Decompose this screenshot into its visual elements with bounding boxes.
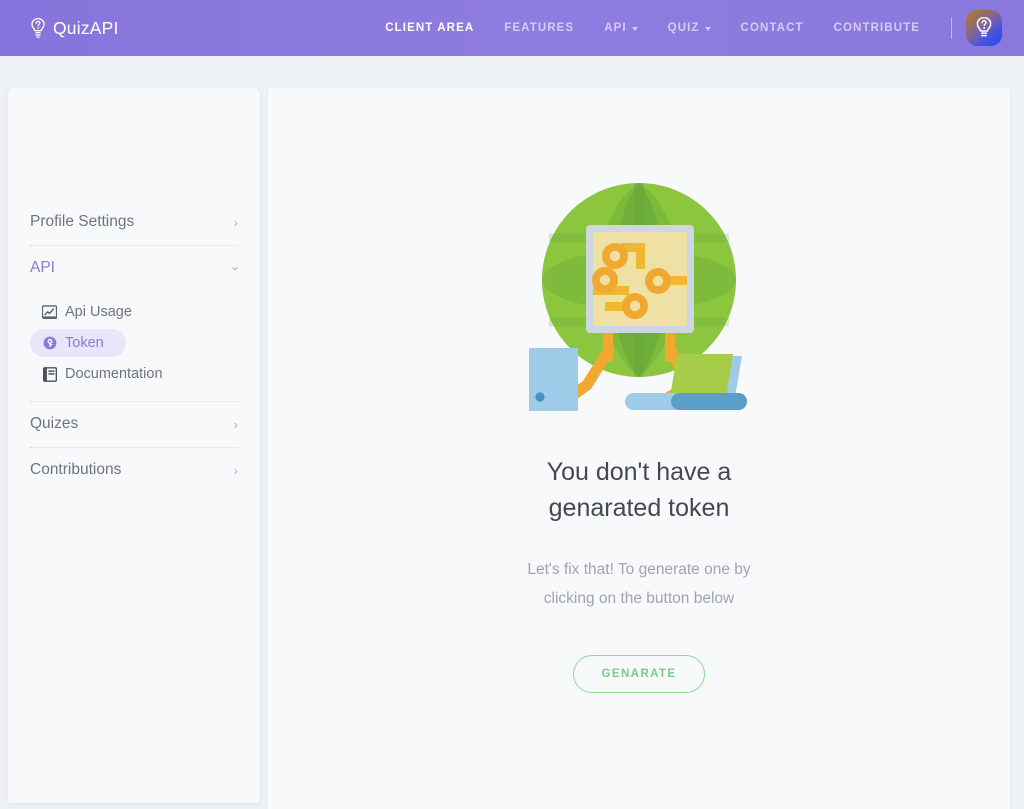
nav-link-client-area[interactable]: CLIENT AREA	[370, 16, 489, 40]
sidebar-item-quizes[interactable]: Quizes ›	[30, 402, 238, 447]
sidebar-subitem-api-usage[interactable]: Api Usage	[30, 298, 144, 326]
page-title-line2: genarated token	[548, 494, 730, 523]
chevron-down-icon: ›	[228, 265, 244, 271]
page-subtitle-line2: clicking on the button below	[543, 589, 735, 607]
caret-down-icon	[631, 27, 638, 31]
nav-label: CONTACT	[740, 22, 804, 34]
lightbulb-question-icon	[975, 17, 993, 39]
page-subtitle-line1: Let's fix that! To generate one by	[527, 560, 751, 578]
page-subtitle: Let's fix that! To generate one by click…	[527, 555, 750, 614]
globe-circuit-network-illustration	[529, 180, 749, 412]
sidebar-item-label: Profile Settings	[30, 213, 135, 230]
sidebar-subitem-label: Token	[65, 335, 104, 351]
book-icon	[42, 366, 57, 382]
nav-label: QUIZ	[667, 22, 700, 34]
nav-label: CONTRIBUTE	[833, 22, 920, 34]
sidebar-subitem-documentation[interactable]: Documentation	[30, 360, 175, 388]
brand-name: QuizAPI	[53, 17, 119, 38]
sidebar-item-label: API	[30, 259, 55, 276]
page-title: You don't have a genarated token	[547, 454, 732, 527]
page-body: Profile Settings › API › Api Usage Token…	[0, 56, 1024, 809]
nav-link-api[interactable]: API	[589, 16, 652, 40]
sidebar-subitem-label: Documentation	[65, 366, 163, 382]
token-key-icon	[42, 336, 57, 351]
nav-link-features[interactable]: FEATURES	[489, 16, 589, 40]
brand-logo[interactable]: QuizAPI	[30, 18, 119, 39]
generate-token-button[interactable]: GENARATE	[572, 655, 706, 694]
nav-divider	[951, 17, 952, 39]
page-title-line1: You don't have a	[546, 458, 732, 486]
caret-down-icon	[704, 27, 711, 31]
sidebar: Profile Settings › API › Api Usage Token…	[8, 88, 260, 803]
sidebar-subitem-token[interactable]: Token	[30, 329, 126, 357]
main-content-panel: You don't have a genarated token Let's f…	[268, 88, 1010, 809]
sidebar-subnav-api: Api Usage Token Documentation	[30, 291, 238, 401]
content-shell: Profile Settings › API › Api Usage Token…	[8, 88, 1010, 809]
avatar[interactable]	[966, 10, 1002, 46]
chevron-right-icon: ›	[233, 214, 238, 230]
sidebar-subitem-label: Api Usage	[65, 304, 132, 320]
nav-label: FEATURES	[504, 22, 575, 34]
nav-label: CLIENT AREA	[385, 22, 475, 34]
nav-link-quiz[interactable]: QUIZ	[653, 16, 726, 40]
nav-menu: CLIENT AREA FEATURES API QUIZ CONTACT CO…	[370, 10, 1008, 46]
sidebar-item-api[interactable]: API ›	[30, 246, 243, 291]
chart-line-icon	[42, 304, 57, 320]
sidebar-item-label: Quizes	[30, 415, 79, 432]
nav-link-contribute[interactable]: CONTRIBUTE	[819, 16, 935, 40]
nav-label: API	[604, 22, 627, 34]
top-navbar: QuizAPI CLIENT AREA FEATURES API QUIZ CO…	[0, 0, 1024, 56]
sidebar-item-label: Contributions	[30, 461, 122, 478]
sidebar-item-profile-settings[interactable]: Profile Settings ›	[30, 200, 238, 245]
chevron-right-icon: ›	[233, 416, 238, 432]
lightbulb-question-icon	[30, 18, 46, 38]
nav-link-contact[interactable]: CONTACT	[726, 16, 819, 40]
chevron-right-icon: ›	[233, 462, 238, 478]
sidebar-item-contributions[interactable]: Contributions ›	[30, 448, 238, 493]
